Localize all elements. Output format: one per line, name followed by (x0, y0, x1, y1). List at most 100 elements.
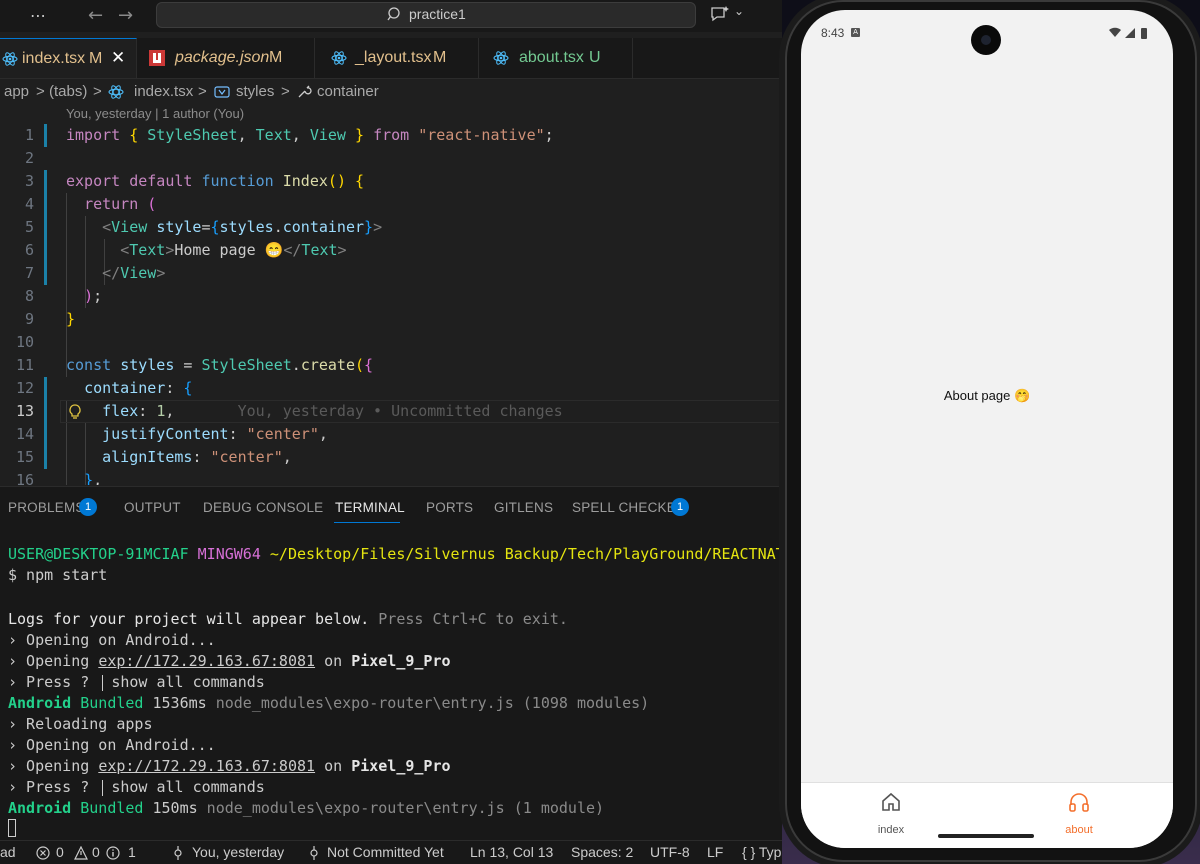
error-icon[interactable] (36, 846, 50, 860)
react-icon (108, 85, 124, 99)
code-line: 16 }, (15, 471, 103, 485)
inline-blame: You, yesterday • Uncommitted changes (237, 402, 563, 420)
chevron-right-icon: > (198, 83, 207, 100)
chevron-right-icon: > (281, 83, 290, 100)
code-line: 14 justifyContent: "center", (0, 423, 800, 446)
tab-layout-tsx[interactable]: _layout.tsx M (315, 38, 479, 78)
status-bar: ad 0 0 1 You, yesterday Not Committed Ye… (0, 840, 800, 864)
codelens-author[interactable]: You, yesterday | 1 author (You) (66, 106, 244, 121)
cursor-position[interactable]: Ln 13, Col 13 (470, 844, 553, 860)
breadcrumb-item-tabs[interactable]: (tabs) (49, 83, 87, 100)
close-icon[interactable]: ✕ (111, 48, 125, 68)
info-count: 1 (128, 844, 136, 860)
spell-count-badge: 1 (671, 498, 689, 516)
tab-status: U (589, 49, 601, 66)
warning-icon[interactable] (74, 846, 88, 860)
home-icon (882, 792, 900, 811)
panel-tab-debug-console[interactable]: DEBUG CONSOLE (203, 500, 323, 515)
breadcrumb: app > (tabs) > index.tsx > styles > cont… (0, 80, 800, 104)
tab-status: M (433, 49, 447, 66)
tab-about-tsx[interactable]: about.tsx U (479, 38, 633, 78)
camera-cutout (971, 25, 1001, 55)
notification-badge: A (851, 28, 860, 37)
code-line: 7 </View> (0, 262, 800, 285)
bottom-tab-bar: index about (801, 782, 1173, 848)
problems-count-badge: 1 (79, 498, 97, 516)
tab-index-tsx[interactable]: index.tsx M ✕ (0, 38, 137, 78)
code-line: 4 return ( (0, 193, 800, 216)
code-line: 1 import { StyleSheet, Text, View } from… (0, 124, 800, 147)
code-line: 15 alignItems: "center", (0, 446, 800, 469)
chevron-down-icon[interactable]: ⌄ (734, 4, 744, 18)
command-center-search[interactable]: practice1 (156, 2, 696, 28)
panel-tab-terminal[interactable]: TERMINAL (335, 500, 405, 515)
npm-icon (149, 50, 165, 66)
terminal-cursor (8, 819, 16, 837)
git-commit-icon (174, 846, 182, 860)
commit-status[interactable]: Not Committed Yet (327, 844, 444, 860)
code-line: 10 (15, 333, 34, 351)
status-icons (1109, 27, 1147, 39)
code-line: 3 export default function Index() { (0, 170, 800, 193)
panel-tab-ports[interactable]: PORTS (426, 500, 473, 515)
tab-about[interactable]: about (1039, 791, 1119, 836)
back-arrow-icon[interactable]: ← (88, 5, 103, 26)
end-of-line[interactable]: LF (707, 844, 723, 860)
editor-tabs: index.tsx M ✕ package.json M _layout.tsx… (0, 38, 800, 79)
tab-index[interactable]: index (851, 791, 931, 836)
headphones-icon (1069, 793, 1089, 812)
search-icon (387, 7, 400, 21)
status-time: 8:43 (821, 26, 845, 40)
forward-arrow-icon[interactable]: → (118, 5, 133, 26)
chat-icon[interactable] (710, 5, 730, 23)
tab-status: M (269, 49, 283, 66)
tab-status: M (89, 50, 103, 67)
code-line: 5 <View style={styles.container}> (0, 216, 800, 239)
tab-package-json[interactable]: package.json M (137, 38, 315, 78)
code-editor-window: ⋯ ← → practice1 ⌄ index.tsx M ✕ package.… (0, 0, 800, 864)
react-icon (331, 51, 347, 65)
wifi-icon (1109, 27, 1121, 37)
variable-icon (214, 86, 230, 98)
remote-indicator[interactable]: ad (0, 844, 16, 860)
warning-count: 0 (92, 844, 100, 860)
blame-status[interactable]: You, yesterday (192, 844, 284, 860)
encoding[interactable]: UTF-8 (650, 844, 690, 860)
error-count: 0 (56, 844, 64, 860)
code-line: 9 } (24, 310, 76, 328)
wrench-icon (298, 85, 312, 98)
info-icon[interactable] (106, 846, 120, 860)
panel-tab-gitlens[interactable]: GITLENS (494, 500, 553, 515)
breadcrumb-item-styles[interactable]: styles (236, 83, 274, 100)
active-tab-indicator (334, 522, 400, 523)
breadcrumb-item-file[interactable]: index.tsx (134, 83, 193, 100)
code-line-current: 13 flex: 1, You, yesterday • Uncommitted… (0, 400, 800, 423)
chevron-right-icon: > (36, 83, 45, 100)
title-bar: ⋯ ← → practice1 ⌄ (0, 0, 800, 32)
code-line: 2 (24, 149, 34, 167)
tab-filename: about.tsx (519, 49, 584, 66)
search-text: practice1 (409, 6, 466, 22)
more-icon[interactable]: ⋯ (30, 6, 46, 25)
tab-filename: package.json (175, 49, 270, 66)
phone-screen: 8:43 A About page 🤭 index about (801, 10, 1173, 848)
chevron-right-icon: > (93, 83, 102, 100)
code-line: 11 const styles = StyleSheet.create({ (15, 356, 374, 374)
code-editor[interactable]: 1 import { StyleSheet, Text, View } from… (0, 124, 800, 485)
gesture-bar[interactable] (938, 834, 1034, 838)
git-commit-icon (310, 846, 318, 860)
panel-tab-problems[interactable]: PROBLEMS (8, 500, 85, 515)
code-line: 12 container: { (0, 377, 800, 400)
panel-tab-output[interactable]: OUTPUT (124, 500, 181, 515)
battery-icon (1141, 28, 1147, 39)
code-line: 8 ); (24, 287, 103, 305)
signal-icon (1125, 28, 1135, 38)
about-page-text: About page 🤭 (943, 388, 1031, 403)
breadcrumb-item-container[interactable]: container (317, 83, 379, 100)
tab-filename: index.tsx (22, 50, 86, 67)
indentation[interactable]: Spaces: 2 (571, 844, 633, 860)
bottom-panel: PROBLEMS 1 OUTPUT DEBUG CONSOLE TERMINAL… (0, 486, 800, 841)
panel-tab-spell-checker[interactable]: SPELL CHECKER (572, 500, 686, 515)
breadcrumb-item-app[interactable]: app (4, 83, 29, 100)
react-icon (2, 52, 18, 66)
